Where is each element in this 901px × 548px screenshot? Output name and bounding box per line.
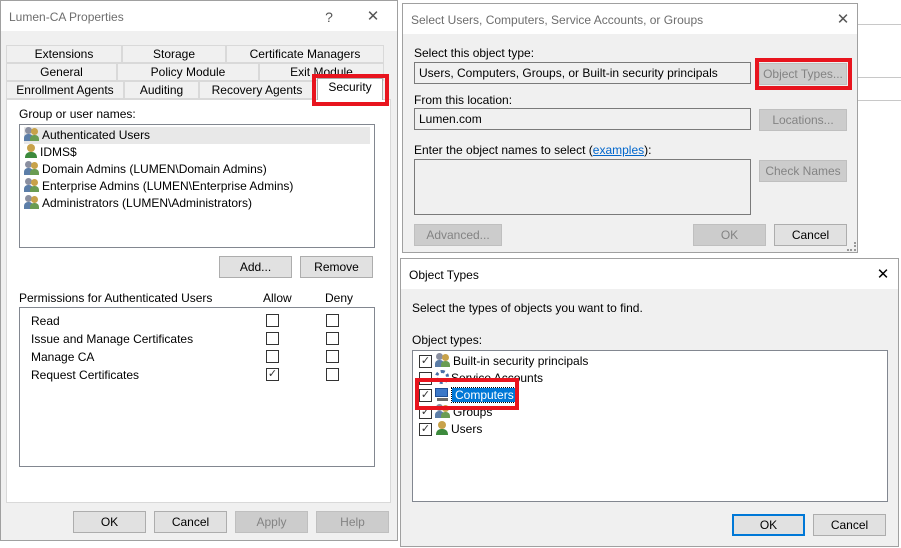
tab-auditing[interactable]: Auditing [124, 81, 199, 99]
ok-button[interactable]: OK [732, 514, 805, 536]
objtypes-description: Select the types of objects you want to … [412, 301, 643, 315]
security-tab-highlight [312, 74, 389, 106]
user-icon [24, 144, 38, 158]
background-divider [858, 24, 901, 25]
permissions-label: Permissions for Authenticated Users [19, 291, 213, 305]
object-type-label: Select this object type: [414, 46, 535, 60]
object-names-label: Enter the object names to select (exampl… [414, 143, 652, 157]
principal-name: Administrators (LUMEN\Administrators) [42, 196, 253, 210]
objtypes-titlebar: Object Types ✕ [401, 259, 898, 289]
properties-title: Lumen-CA Properties [9, 10, 124, 24]
object-type-field: Users, Computers, Groups, or Built-in se… [414, 62, 751, 84]
close-icon[interactable]: ✕ [831, 9, 855, 31]
add-button[interactable]: Add... [219, 256, 292, 278]
deny-checkbox[interactable] [326, 314, 339, 327]
deny-header: Deny [325, 291, 354, 305]
help-button[interactable]: Help [316, 511, 389, 533]
help-icon[interactable]: ? [317, 6, 341, 28]
ok-button[interactable]: OK [73, 511, 146, 533]
allow-header: Allow [263, 291, 292, 305]
users-icon [24, 195, 40, 209]
resize-grip-icon[interactable] [847, 242, 856, 251]
permission-name: Request Certificates [31, 368, 140, 382]
tab-certificate-managers[interactable]: Certificate Managers [226, 45, 384, 63]
principal-row[interactable]: Enterprise Admins (LUMEN\Enterprise Admi… [24, 178, 293, 195]
objtypes-title: Object Types [409, 268, 479, 282]
users-checkbox[interactable]: ✓ [419, 423, 432, 436]
properties-titlebar: Lumen-CA Properties ? ✕ [1, 1, 397, 31]
principal-row[interactable]: Administrators (LUMEN\Administrators) [24, 195, 252, 212]
select-users-dialog: Select Users, Computers, Service Account… [402, 3, 858, 253]
tab-recovery-agents[interactable]: Recovery Agents [199, 81, 315, 99]
tab-extensions[interactable]: Extensions [6, 45, 122, 63]
users-icon [435, 353, 451, 367]
object-type-name: Built-in security principals [453, 354, 589, 368]
object-types-dialog: Object Types ✕ Select the types of objec… [400, 258, 899, 547]
select-titlebar: Select Users, Computers, Service Account… [403, 4, 857, 34]
close-icon[interactable]: ✕ [871, 264, 895, 286]
principal-name: Enterprise Admins (LUMEN\Enterprise Admi… [42, 179, 294, 193]
permission-name: Manage CA [31, 350, 95, 364]
checkmark-icon: ✓ [420, 355, 431, 367]
principal-name: IDMS$ [40, 145, 77, 159]
principal-row[interactable]: Authenticated Users [24, 127, 370, 144]
tab-storage[interactable]: Storage [122, 45, 226, 63]
allow-checkbox[interactable]: ✓ [266, 368, 279, 381]
deny-checkbox[interactable] [326, 350, 339, 363]
object-types-highlight [755, 58, 852, 90]
users-icon [24, 178, 40, 192]
examples-link[interactable]: examples [593, 143, 644, 157]
check-names-button[interactable]: Check Names [759, 160, 847, 182]
close-icon[interactable]: ✕ [361, 6, 385, 28]
location-field: Lumen.com [414, 108, 751, 130]
checkmark-icon: ✓ [267, 368, 278, 380]
ok-button[interactable]: OK [693, 224, 766, 246]
object-type-name: Users [451, 422, 483, 436]
principal-row[interactable]: Domain Admins (LUMEN\Domain Admins) [24, 161, 267, 178]
principal-row[interactable]: IDMS$ [24, 144, 77, 161]
object-names-input[interactable] [414, 159, 751, 215]
advanced-button[interactable]: Advanced... [414, 224, 502, 246]
users-icon [24, 161, 40, 175]
user-icon [435, 421, 449, 435]
properties-dialog: Lumen-CA Properties ? ✕ Extensions Stora… [0, 0, 398, 541]
permission-name: Issue and Manage Certificates [31, 332, 194, 346]
permission-name: Read [31, 314, 60, 328]
checkmark-icon: ✓ [420, 423, 431, 435]
remove-button[interactable]: Remove [300, 256, 373, 278]
allow-checkbox[interactable] [266, 350, 279, 363]
principals-list[interactable]: Authenticated Users IDMS$ Domain Admins … [19, 124, 375, 248]
deny-checkbox[interactable] [326, 332, 339, 345]
deny-checkbox[interactable] [326, 368, 339, 381]
builtin-checkbox[interactable]: ✓ [419, 355, 432, 368]
allow-checkbox[interactable] [266, 314, 279, 327]
principal-name: Authenticated Users [42, 128, 151, 142]
object-types-list: ✓ Built-in security principals Service A… [412, 350, 888, 502]
tab-general[interactable]: General [6, 63, 117, 81]
group-label: Group or user names: [19, 107, 136, 121]
apply-button[interactable]: Apply [235, 511, 308, 533]
users-icon [24, 127, 40, 141]
location-label: From this location: [414, 93, 513, 107]
permissions-list: Read Issue and Manage Certificates Manag… [19, 307, 375, 467]
background-divider [858, 77, 901, 78]
objtypes-list-label: Object types: [412, 333, 483, 347]
tab-enrollment-agents[interactable]: Enrollment Agents [6, 81, 124, 99]
tab-policy-module[interactable]: Policy Module [117, 63, 259, 81]
locations-button[interactable]: Locations... [759, 109, 847, 131]
principal-name: Domain Admins (LUMEN\Domain Admins) [42, 162, 267, 176]
object-type-row[interactable]: Users [435, 421, 482, 438]
cancel-button[interactable]: Cancel [154, 511, 227, 533]
computers-highlight [415, 378, 519, 410]
allow-checkbox[interactable] [266, 332, 279, 345]
background-divider [858, 100, 901, 101]
select-title: Select Users, Computers, Service Account… [411, 13, 704, 27]
cancel-button[interactable]: Cancel [774, 224, 847, 246]
object-type-row[interactable]: Built-in security principals [435, 353, 588, 370]
cancel-button[interactable]: Cancel [813, 514, 886, 536]
